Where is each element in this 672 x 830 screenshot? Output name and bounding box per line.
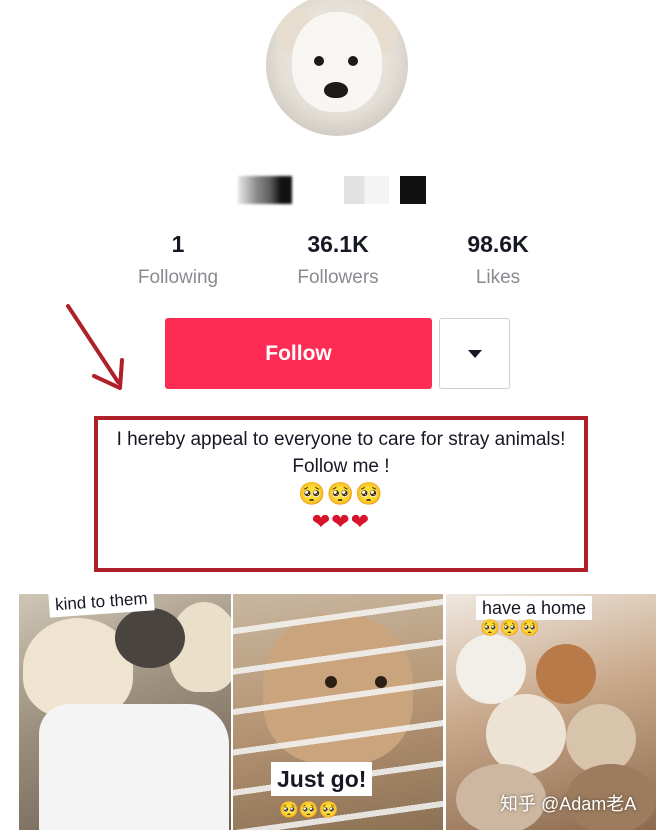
stat-likes: 98.6K Likes bbox=[433, 228, 563, 296]
dog-image bbox=[536, 644, 596, 704]
pleading-face-emoji-row: 🥺🥺🥺 bbox=[298, 481, 384, 506]
video-thumbnail[interactable]: Just go! 🥺🥺🥺 bbox=[233, 594, 443, 830]
follow-button[interactable]: Follow bbox=[165, 318, 432, 389]
video-caption: Just go! bbox=[271, 762, 373, 796]
stat-label: Likes bbox=[475, 267, 521, 288]
redaction-block bbox=[344, 176, 426, 204]
caret-down-icon bbox=[467, 349, 482, 358]
pleading-face-emoji-row: 🥺🥺🥺 bbox=[279, 802, 339, 819]
annotation-arrow bbox=[66, 304, 124, 390]
stat-label: Following bbox=[137, 267, 219, 288]
stat-value: 98.6K bbox=[467, 231, 529, 257]
heart-emoji-row: ❤❤❤ bbox=[311, 509, 371, 534]
person-image bbox=[115, 608, 185, 668]
dog-image bbox=[566, 704, 636, 774]
video-thumbnail[interactable]: kind to them bbox=[19, 594, 231, 830]
stat-label: Followers bbox=[297, 267, 379, 288]
stat-following[interactable]: 1 Following bbox=[113, 228, 243, 296]
bio: I hereby appeal to everyone to care for … bbox=[98, 426, 584, 536]
avatar-nose bbox=[324, 82, 348, 98]
video-caption: have a home bbox=[476, 596, 593, 620]
dog-image bbox=[456, 634, 526, 704]
bio-text: I hereby appeal to everyone to care for … bbox=[116, 429, 566, 450]
watermark: 知乎 @Adam老A bbox=[500, 794, 637, 814]
profile-stats: 1 Following 36.1K Followers 98.6K Likes bbox=[0, 228, 672, 298]
avatar-eye bbox=[314, 56, 324, 66]
more-options-button[interactable] bbox=[439, 318, 510, 389]
person-image bbox=[39, 704, 229, 830]
username-redacted bbox=[0, 176, 672, 206]
stat-followers[interactable]: 36.1K Followers bbox=[273, 228, 403, 296]
redaction-block bbox=[238, 176, 292, 204]
pleading-face-emoji-row: 🥺🥺🥺 bbox=[480, 620, 540, 637]
avatar[interactable] bbox=[266, 0, 408, 136]
stat-value: 36.1K bbox=[307, 231, 369, 257]
avatar-eye bbox=[348, 56, 358, 66]
dog-image bbox=[486, 694, 566, 774]
bio-highlight-box: I hereby appeal to everyone to care for … bbox=[94, 416, 588, 572]
stat-value: 1 bbox=[171, 231, 185, 257]
bio-text: Follow me ! bbox=[292, 456, 390, 477]
